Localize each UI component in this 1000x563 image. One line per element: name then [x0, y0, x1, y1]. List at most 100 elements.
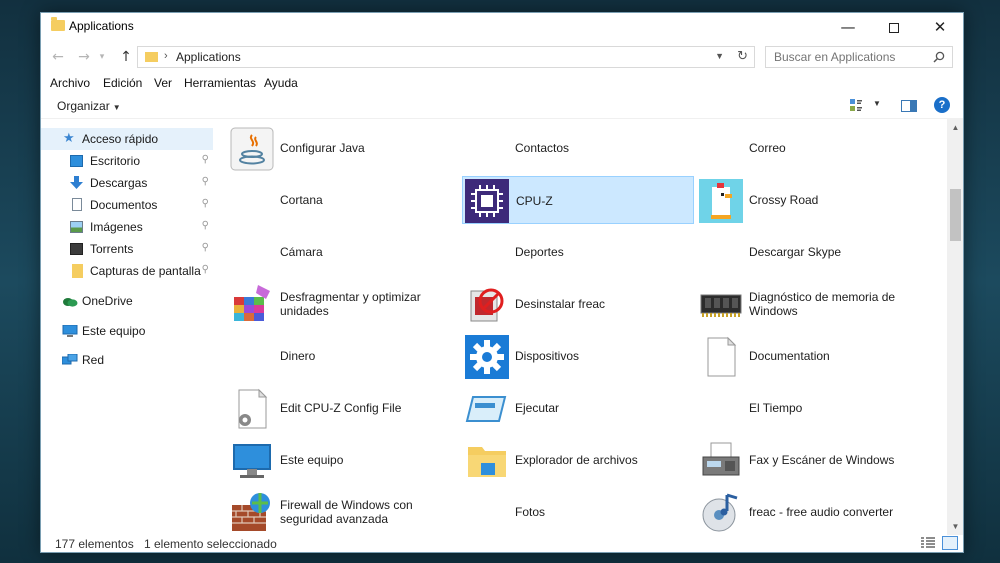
back-button[interactable]: ←	[47, 46, 69, 68]
menu-edicion[interactable]: Edición	[103, 76, 142, 90]
nav-item-escritorio[interactable]: Escritorio ⚲	[41, 150, 213, 172]
nav-quick-access[interactable]: ★ Acceso rápido	[41, 128, 213, 150]
item-crossy-road[interactable]: Crossy Road	[696, 176, 928, 224]
item-configurar-java[interactable]: Configurar Java	[227, 124, 459, 172]
uninstall-icon	[470, 288, 504, 322]
item-label: Deportes	[515, 245, 564, 259]
nav-label: Torrents	[90, 242, 134, 256]
item-desfragmentar[interactable]: Desfragmentar y optimizar unidades	[227, 280, 459, 328]
menu-ver[interactable]: Ver	[154, 76, 172, 90]
nav-label: Este equipo	[82, 324, 146, 338]
maximize-button[interactable]	[871, 13, 917, 43]
item-label: Dinero	[280, 349, 316, 363]
item-label: Cortana	[280, 193, 323, 207]
menu-herramientas[interactable]: Herramientas	[184, 76, 256, 90]
run-icon	[465, 396, 507, 422]
item-este-equipo[interactable]: Este equipo	[227, 436, 459, 484]
pin-icon[interactable]: ⚲	[202, 176, 209, 187]
item-firewall[interactable]: Firewall de Windows con seguridad avanza…	[227, 488, 459, 535]
item-ejecutar[interactable]: Ejecutar	[462, 384, 694, 432]
item-descargar-skype[interactable]: Descargar Skype	[696, 228, 928, 276]
organize-label: Organizar	[57, 99, 110, 113]
recent-locations-button[interactable]: ▾	[95, 46, 109, 68]
command-bar: Organizar ▼ ▼ ?	[41, 93, 963, 119]
item-dinero[interactable]: Dinero	[227, 332, 459, 380]
item-label: Documentation	[749, 349, 830, 363]
details-view-icon[interactable]	[921, 537, 935, 549]
nav-label: Red	[82, 353, 105, 367]
search-icon[interactable]	[933, 51, 945, 63]
pin-icon[interactable]: ⚲	[202, 198, 209, 209]
chevron-right-icon[interactable]: ›	[164, 50, 168, 62]
maximize-icon	[889, 23, 899, 33]
item-label: Fotos	[515, 505, 546, 519]
minimize-button[interactable]: —	[825, 13, 871, 43]
folder-icon	[145, 52, 158, 62]
address-row: ← → ▾ ↑ › Applications ▼ ↻	[41, 43, 963, 71]
help-icon[interactable]: ?	[934, 97, 950, 113]
close-button[interactable]: ✕	[917, 13, 963, 43]
item-cpu-z[interactable]: CPU-Z	[462, 176, 694, 224]
menu-ayuda[interactable]: Ayuda	[264, 76, 298, 90]
refresh-icon[interactable]: ↻	[737, 49, 748, 64]
nav-item-documentos[interactable]: Documentos ⚲	[41, 194, 213, 216]
pin-icon[interactable]: ⚲	[202, 154, 209, 165]
scroll-up-icon[interactable]: ▲	[947, 119, 963, 136]
preview-pane-icon[interactable]	[901, 100, 917, 112]
vertical-scrollbar[interactable]: ▲ ▼	[947, 119, 963, 535]
address-bar[interactable]: › Applications ▼ ↻	[137, 46, 755, 68]
nav-item-red[interactable]: Red	[41, 349, 213, 371]
item-camara[interactable]: Cámara	[227, 228, 459, 276]
item-documentation[interactable]: Documentation	[696, 332, 928, 380]
item-desinstalar-freac[interactable]: Desinstalar freac	[462, 280, 694, 328]
view-options-chevron-icon[interactable]: ▼	[873, 99, 881, 108]
item-edit-cpu-z-config[interactable]: Edit CPU-Z Config File	[227, 384, 459, 432]
item-fax-escaner[interactable]: Fax y Escáner de Windows	[696, 436, 928, 484]
memory-chip-icon	[700, 294, 742, 317]
organize-button[interactable]: Organizar ▼	[57, 99, 121, 113]
breadcrumb-applications[interactable]: Applications	[176, 50, 241, 64]
nav-item-capturas[interactable]: Capturas de pantalla ⚲	[41, 260, 213, 282]
item-correo[interactable]: Correo	[696, 124, 928, 172]
item-contactos[interactable]: Contactos	[462, 124, 694, 172]
menu-archivo[interactable]: Archivo	[50, 76, 90, 90]
change-view-icon[interactable]	[849, 98, 863, 112]
title-bar[interactable]: Applications — ✕	[41, 13, 963, 43]
defrag-icon	[234, 285, 270, 321]
pin-icon[interactable]: ⚲	[202, 242, 209, 253]
item-label: Ejecutar	[515, 401, 560, 415]
item-freac[interactable]: freac - free audio converter	[696, 488, 928, 535]
scroll-thumb[interactable]	[950, 189, 961, 241]
up-button[interactable]: ↑	[115, 46, 137, 68]
nav-item-este-equipo[interactable]: Este equipo	[41, 320, 213, 342]
item-diagnostico-memoria[interactable]: Diagnóstico de memoria de Windows	[696, 280, 928, 328]
item-fotos[interactable]: Fotos	[462, 488, 694, 535]
pictures-icon	[70, 221, 83, 233]
pin-icon[interactable]: ⚲	[202, 264, 209, 275]
folder-icon	[72, 264, 83, 278]
item-el-tiempo[interactable]: El Tiempo	[696, 384, 928, 432]
nav-item-torrents[interactable]: Torrents ⚲	[41, 238, 213, 260]
item-label: El Tiempo	[749, 401, 803, 415]
item-label: Desfragmentar y optimizar unidades	[280, 290, 421, 318]
item-label: Desinstalar freac	[515, 297, 606, 311]
nav-item-descargas[interactable]: Descargas ⚲	[41, 172, 213, 194]
nav-item-imagenes[interactable]: Imágenes ⚲	[41, 216, 213, 238]
items-view[interactable]: Configurar Java Contactos Correo Cortana…	[227, 119, 945, 535]
folder-icon	[51, 17, 65, 31]
large-icons-view-icon[interactable]	[942, 536, 958, 550]
chevron-down-icon[interactable]: ▼	[715, 51, 724, 61]
pin-icon[interactable]: ⚲	[202, 220, 209, 231]
item-deportes[interactable]: Deportes	[462, 228, 694, 276]
item-cortana[interactable]: Cortana	[227, 176, 459, 224]
item-explorador-archivos[interactable]: Explorador de archivos	[462, 436, 694, 484]
forward-button[interactable]: →	[73, 46, 95, 68]
item-label: freac - free audio converter	[749, 505, 894, 519]
nav-label: Escritorio	[90, 154, 141, 168]
nav-item-onedrive[interactable]: OneDrive	[41, 290, 213, 312]
cpu-z-icon	[465, 179, 509, 223]
item-dispositivos[interactable]: Dispositivos	[462, 332, 694, 380]
search-input[interactable]	[766, 47, 926, 67]
menu-bar: Archivo Edición Ver Herramientas Ayuda	[41, 73, 963, 93]
nav-label: OneDrive	[82, 294, 133, 308]
